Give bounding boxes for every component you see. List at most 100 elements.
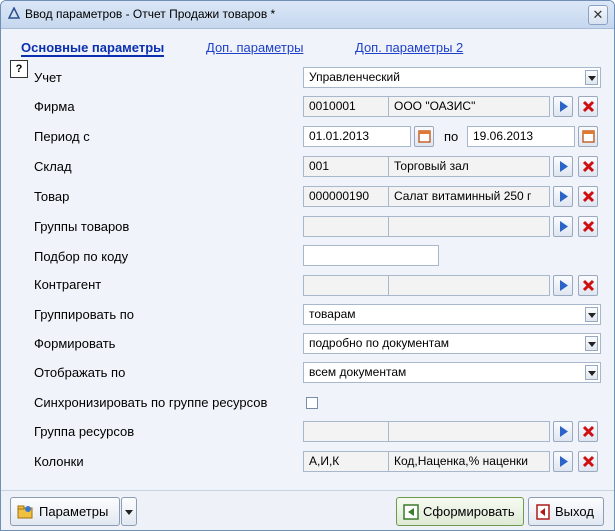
kolonki-code-field[interactable]: А,И,К (303, 451, 389, 472)
sklad-clear-button[interactable] (578, 156, 598, 177)
delete-x-icon (582, 100, 595, 113)
sklad-name-field[interactable]: Торговый зал (388, 156, 550, 177)
tovar-select-button[interactable] (553, 186, 573, 207)
podbor-label: Подбор по коду (34, 249, 129, 264)
period-to-label: по (444, 129, 459, 144)
firma-name-field[interactable]: ООО "ОАЗИС" (388, 96, 550, 117)
chevron-down-icon (588, 313, 596, 318)
sinhr-label: Синхронизировать по группе ресурсов (34, 395, 268, 410)
kolonki-name-field[interactable]: Код,Наценка,% наценки (388, 451, 550, 472)
app-icon (8, 7, 20, 19)
gruppy-label: Группы товаров (34, 219, 130, 234)
play-arrow-icon (560, 426, 568, 437)
gruppy-select-button[interactable] (553, 216, 573, 237)
kolonki-select-button[interactable] (553, 451, 573, 472)
formirovat-select[interactable]: подробно по документам (303, 333, 601, 354)
delete-x-icon (582, 160, 595, 173)
formirovat-dropdown-button[interactable] (585, 336, 598, 351)
params-button[interactable]: Параметры (10, 497, 120, 526)
tab-extra-params[interactable]: Доп. параметры (206, 40, 303, 55)
title-bar: Ввод параметров - Отчет Продажи товаров … (1, 1, 614, 29)
gruppa-res-name-field[interactable] (388, 421, 550, 442)
gruppa-res-label: Группа ресурсов (34, 424, 135, 439)
period-to-field[interactable]: 19.06.2013 (467, 126, 575, 147)
params-button-label: Параметры (39, 504, 109, 519)
window-title: Ввод параметров - Отчет Продажи товаров … (25, 7, 276, 21)
chevron-down-icon (588, 342, 596, 347)
sklad-code-field[interactable]: 001 (303, 156, 389, 177)
kontragent-name-field[interactable] (388, 275, 550, 296)
gruppa-res-select-button[interactable] (553, 421, 573, 442)
calendar-icon (418, 130, 431, 143)
kolonki-label: Колонки (34, 454, 84, 469)
dialog-window: Ввод параметров - Отчет Продажи товаров … (0, 0, 615, 531)
gruppy-clear-button[interactable] (578, 216, 598, 237)
chevron-down-icon (588, 371, 596, 376)
period-to-calendar-button[interactable] (578, 126, 598, 147)
tovar-code-field[interactable]: 000000190 (303, 186, 389, 207)
bottom-toolbar: Параметры Сформировать Выход (1, 490, 614, 530)
sklad-select-button[interactable] (553, 156, 573, 177)
tab-extra-params-2[interactable]: Доп. параметры 2 (355, 40, 463, 55)
delete-x-icon (582, 190, 595, 203)
play-arrow-icon (560, 101, 568, 112)
exit-button-label: Выход (555, 504, 594, 519)
tovar-clear-button[interactable] (578, 186, 598, 207)
sinhr-checkbox[interactable] (306, 397, 318, 409)
gruppirovat-dropdown-button[interactable] (585, 307, 598, 322)
otobrazhat-label: Отображать по (34, 365, 126, 380)
play-arrow-icon (560, 280, 568, 291)
kontragent-label: Контрагент (34, 277, 102, 292)
otobrazhat-select[interactable]: всем документам (303, 362, 601, 383)
delete-x-icon (582, 279, 595, 292)
uchet-value: Управленческий (309, 70, 400, 84)
uchet-label: Учет (34, 70, 62, 85)
settings-folder-icon (17, 505, 33, 519)
podbor-input[interactable] (303, 245, 439, 266)
firma-clear-button[interactable] (578, 96, 598, 117)
kolonki-clear-button[interactable] (578, 451, 598, 472)
kontragent-clear-button[interactable] (578, 275, 598, 296)
exit-button[interactable]: Выход (528, 497, 604, 526)
firma-code-field[interactable]: 0010001 (303, 96, 389, 117)
otobrazhat-value: всем документам (309, 365, 407, 379)
gruppa-res-code-field[interactable] (303, 421, 389, 442)
delete-x-icon (582, 455, 595, 468)
uchet-dropdown-button[interactable] (585, 70, 598, 85)
gruppy-code-field[interactable] (303, 216, 389, 237)
kontragent-code-field[interactable] (303, 275, 389, 296)
play-arrow-icon (560, 456, 568, 467)
period-from-calendar-button[interactable] (414, 126, 434, 147)
gruppy-name-field[interactable] (388, 216, 550, 237)
gruppirovat-select[interactable]: товарам (303, 304, 601, 325)
chevron-down-icon (125, 510, 133, 515)
play-arrow-icon (560, 221, 568, 232)
otobrazhat-dropdown-button[interactable] (585, 365, 598, 380)
delete-x-icon (582, 425, 595, 438)
help-button[interactable]: ? (10, 60, 28, 78)
firma-select-button[interactable] (553, 96, 573, 117)
formirovat-label: Формировать (34, 336, 116, 351)
formirovat-value: подробно по документам (309, 336, 450, 350)
tovar-label: Товар (34, 189, 70, 204)
chevron-down-icon (588, 76, 596, 81)
period-label: Период с (34, 129, 90, 144)
calendar-icon (582, 130, 595, 143)
firma-label: Фирма (34, 99, 75, 114)
play-arrow-icon (560, 161, 568, 172)
form-report-button[interactable]: Сформировать (396, 497, 524, 526)
sklad-label: Склад (34, 159, 72, 174)
uchet-select[interactable]: Управленческий (303, 67, 601, 88)
form-report-icon (403, 504, 419, 520)
gruppa-res-clear-button[interactable] (578, 421, 598, 442)
period-from-field[interactable]: 01.01.2013 (303, 126, 411, 147)
tab-main-params[interactable]: Основные параметры (21, 40, 165, 57)
gruppirovat-value: товарам (309, 307, 356, 321)
form-report-label: Сформировать (423, 504, 515, 519)
close-button[interactable]: ✕ (588, 5, 608, 25)
params-dropdown-button[interactable] (121, 497, 137, 526)
kontragent-select-button[interactable] (553, 275, 573, 296)
exit-icon (536, 504, 550, 520)
delete-x-icon (582, 220, 595, 233)
tovar-name-field[interactable]: Салат витаминный 250 г (388, 186, 550, 207)
